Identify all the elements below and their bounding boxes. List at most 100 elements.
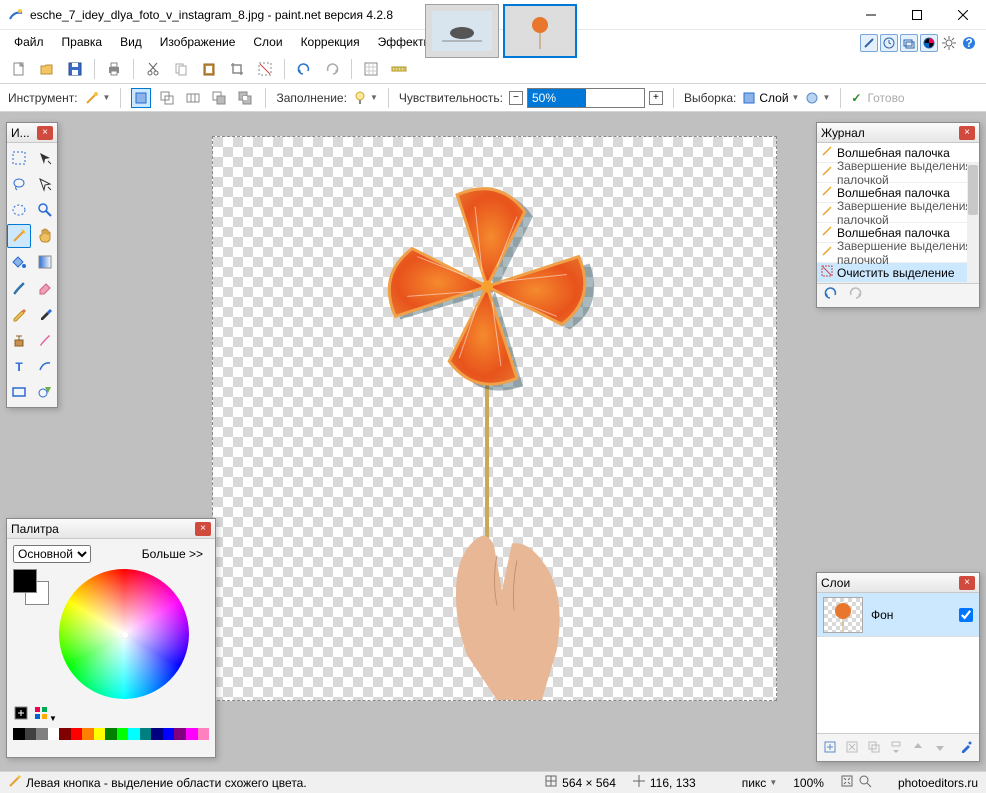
- settings-icon[interactable]: [940, 34, 958, 52]
- history-item[interactable]: Завершение выделения палочкой: [817, 163, 979, 183]
- layer-row[interactable]: Фон: [817, 593, 979, 637]
- tool-move-selection[interactable]: [33, 146, 57, 170]
- selection-replace-icon[interactable]: [131, 88, 151, 108]
- add-swatch-icon[interactable]: [13, 705, 29, 724]
- selection-intersect-icon[interactable]: [209, 88, 229, 108]
- move-up-icon[interactable]: [909, 738, 927, 756]
- selection-xor-icon[interactable]: [235, 88, 255, 108]
- finish-label[interactable]: Готово: [867, 91, 904, 105]
- tool-picker[interactable]: [33, 302, 57, 326]
- layer-visible-checkbox[interactable]: [959, 608, 973, 622]
- fit-window-icon[interactable]: [840, 774, 854, 791]
- menu-layers[interactable]: Слои: [245, 32, 290, 52]
- fill-label: Заполнение:: [276, 91, 346, 105]
- tool-gradient[interactable]: [33, 250, 57, 274]
- tool-line[interactable]: [33, 354, 57, 378]
- copy-icon[interactable]: [170, 58, 192, 80]
- tool-eraser[interactable]: [33, 276, 57, 300]
- tool-move-pixels[interactable]: [33, 172, 57, 196]
- document-tab-1[interactable]: [425, 4, 499, 58]
- color-wheel[interactable]: [59, 569, 189, 699]
- redo-icon[interactable]: [321, 58, 343, 80]
- help-icon[interactable]: ?: [960, 34, 978, 52]
- zoom-100-icon[interactable]: [858, 774, 872, 791]
- minimize-button[interactable]: [848, 0, 894, 30]
- history-item[interactable]: Очистить выделение∨: [817, 263, 979, 283]
- menu-file[interactable]: Файл: [6, 32, 52, 52]
- duplicate-layer-icon[interactable]: [865, 738, 883, 756]
- deselect-icon[interactable]: [254, 58, 276, 80]
- tolerance-decrease[interactable]: −: [509, 91, 523, 105]
- layer-props-icon[interactable]: [957, 738, 975, 756]
- maximize-button[interactable]: [894, 0, 940, 30]
- tool-text[interactable]: T: [7, 354, 31, 378]
- more-button[interactable]: Больше >>: [136, 545, 209, 563]
- canvas[interactable]: [212, 136, 777, 701]
- selection-add-icon[interactable]: [157, 88, 177, 108]
- move-down-icon[interactable]: [931, 738, 949, 756]
- grid-icon[interactable]: [360, 58, 382, 80]
- menu-adjust[interactable]: Коррекция: [293, 32, 368, 52]
- ruler-icon[interactable]: [388, 58, 410, 80]
- scrollbar[interactable]: [967, 163, 979, 283]
- open-file-icon[interactable]: [36, 58, 58, 80]
- tool-pan[interactable]: [33, 224, 57, 248]
- undo-icon[interactable]: [293, 58, 315, 80]
- tool-fill[interactable]: [7, 250, 31, 274]
- cut-icon[interactable]: [142, 58, 164, 80]
- tolerance-slider[interactable]: − 50% +: [509, 88, 663, 108]
- history-item[interactable]: Завершение выделения палочкой: [817, 203, 979, 223]
- toggle-history-icon[interactable]: [880, 34, 898, 52]
- delete-layer-icon[interactable]: [843, 738, 861, 756]
- tool-magic-wand[interactable]: [7, 224, 31, 248]
- toggle-colors-icon[interactable]: [920, 34, 938, 52]
- tool-clone[interactable]: [7, 328, 31, 352]
- tool-lasso[interactable]: [7, 172, 31, 196]
- close-icon[interactable]: ×: [195, 522, 211, 536]
- toggle-layers-icon[interactable]: [900, 34, 918, 52]
- merge-down-icon[interactable]: [887, 738, 905, 756]
- tool-rect-shape[interactable]: [7, 380, 31, 404]
- palette-menu-icon[interactable]: ▼: [33, 705, 57, 724]
- flood-mode-dropdown[interactable]: ▼: [805, 91, 830, 105]
- document-tab-2[interactable]: [503, 4, 577, 58]
- tool-pencil[interactable]: [7, 302, 31, 326]
- toggle-tools-icon[interactable]: [860, 34, 878, 52]
- close-icon[interactable]: ×: [959, 576, 975, 590]
- swatch-bar[interactable]: [13, 728, 209, 740]
- tool-recolor[interactable]: [33, 328, 57, 352]
- tool-ellipse-select[interactable]: [7, 198, 31, 222]
- tools-panel-title[interactable]: И... ×: [7, 123, 57, 143]
- crop-icon[interactable]: [226, 58, 248, 80]
- history-panel-title[interactable]: Журнал ×: [817, 123, 979, 143]
- history-item[interactable]: Завершение выделения палочкой: [817, 243, 979, 263]
- tolerance-increase[interactable]: +: [649, 91, 663, 105]
- palette-panel-title[interactable]: Палитра ×: [7, 519, 215, 539]
- menu-edit[interactable]: Правка: [54, 32, 111, 52]
- tool-rect-select[interactable]: [7, 146, 31, 170]
- fill-dropdown[interactable]: ▼: [353, 91, 378, 105]
- undo-icon[interactable]: [823, 286, 839, 305]
- color-mode-select[interactable]: Основной: [13, 545, 91, 563]
- tool-zoom[interactable]: [33, 198, 57, 222]
- instrument-dropdown[interactable]: ▼: [84, 90, 111, 106]
- print-icon[interactable]: [103, 58, 125, 80]
- save-file-icon[interactable]: [64, 58, 86, 80]
- close-icon[interactable]: ×: [959, 126, 975, 140]
- menu-view[interactable]: Вид: [112, 32, 150, 52]
- add-layer-icon[interactable]: [821, 738, 839, 756]
- menu-image[interactable]: Изображение: [152, 32, 244, 52]
- layers-panel-title[interactable]: Слои ×: [817, 573, 979, 593]
- sample-dropdown[interactable]: Слой ▼: [742, 91, 799, 105]
- tool-brush[interactable]: [7, 276, 31, 300]
- unit-dropdown[interactable]: пикс ▼: [742, 776, 778, 790]
- selection-subtract-icon[interactable]: [183, 88, 203, 108]
- new-file-icon[interactable]: [8, 58, 30, 80]
- color-swatches[interactable]: [13, 569, 49, 605]
- close-button[interactable]: [940, 0, 986, 30]
- layers-panel: Слои × Фон: [816, 572, 980, 762]
- redo-icon[interactable]: [847, 286, 863, 305]
- tool-shapes[interactable]: [33, 380, 57, 404]
- close-icon[interactable]: ×: [37, 126, 53, 140]
- paste-icon[interactable]: [198, 58, 220, 80]
